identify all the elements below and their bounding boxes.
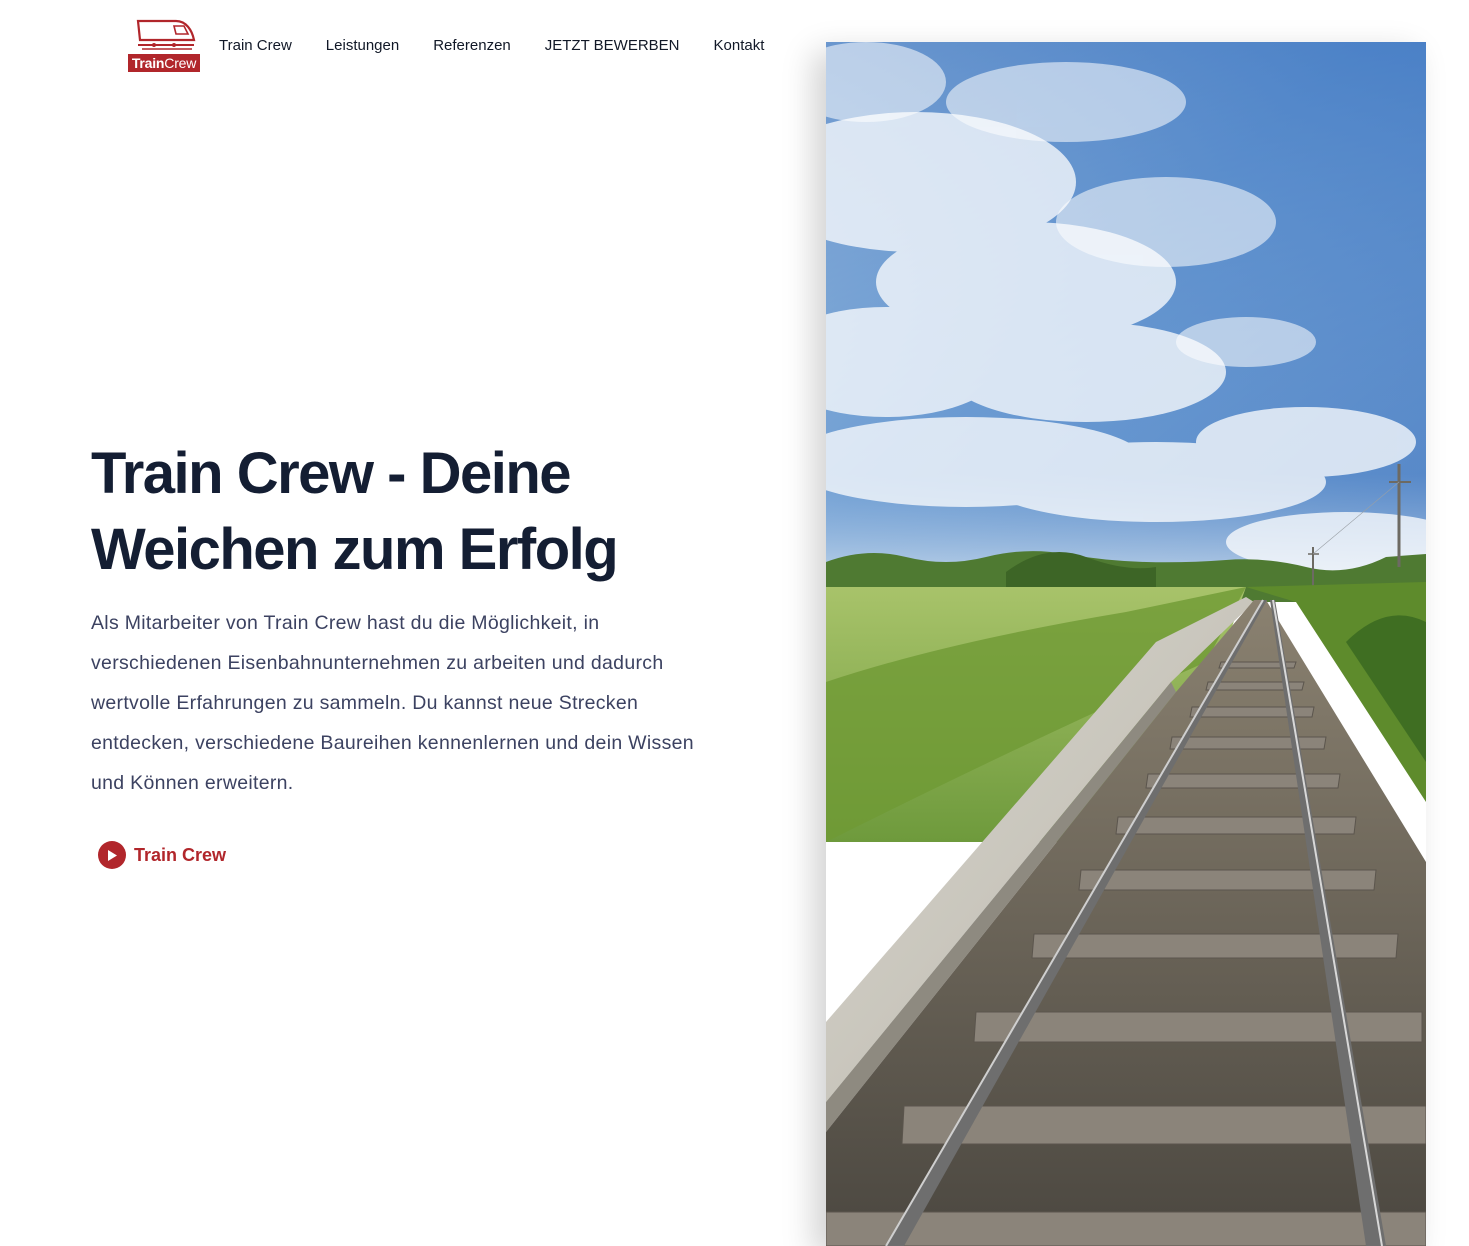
nav-item-jetzt-bewerben[interactable]: JETZT BEWERBEN — [545, 36, 680, 56]
logo-text-light: Crew — [164, 55, 197, 71]
main-nav: Train Crew Leistungen Referenzen JETZT B… — [219, 36, 764, 56]
nav-item-leistungen[interactable]: Leistungen — [326, 36, 399, 56]
play-circle-icon — [98, 841, 126, 869]
train-icon — [136, 19, 196, 50]
hero-image — [826, 42, 1426, 1246]
train-crew-video-link[interactable]: Train Crew — [98, 840, 226, 870]
train-crew-link-label: Train Crew — [134, 844, 227, 865]
hero-title: Train Crew - Deine Weichen zum Erfolg — [91, 436, 731, 588]
railway-track-image — [826, 42, 1426, 1246]
nav-item-referenzen[interactable]: Referenzen — [433, 36, 511, 56]
logo-wordmark: Train Crew — [128, 54, 200, 72]
hero-title-line-2: Weichen zum Erfolg — [91, 517, 619, 582]
logo[interactable]: Train Crew — [128, 18, 200, 74]
nav-item-train-crew[interactable]: Train Crew — [219, 36, 292, 56]
page: Train Crew Train Crew Leistungen Referenz… — [0, 0, 1469, 1246]
logo-text-bold: Train — [131, 55, 165, 71]
hero-description: Als Mitarbeiter von Train Crew hast du d… — [91, 612, 694, 794]
hero-title-line-1: Train Crew - Deine — [91, 441, 572, 506]
nav-item-kontakt[interactable]: Kontakt — [714, 36, 765, 56]
